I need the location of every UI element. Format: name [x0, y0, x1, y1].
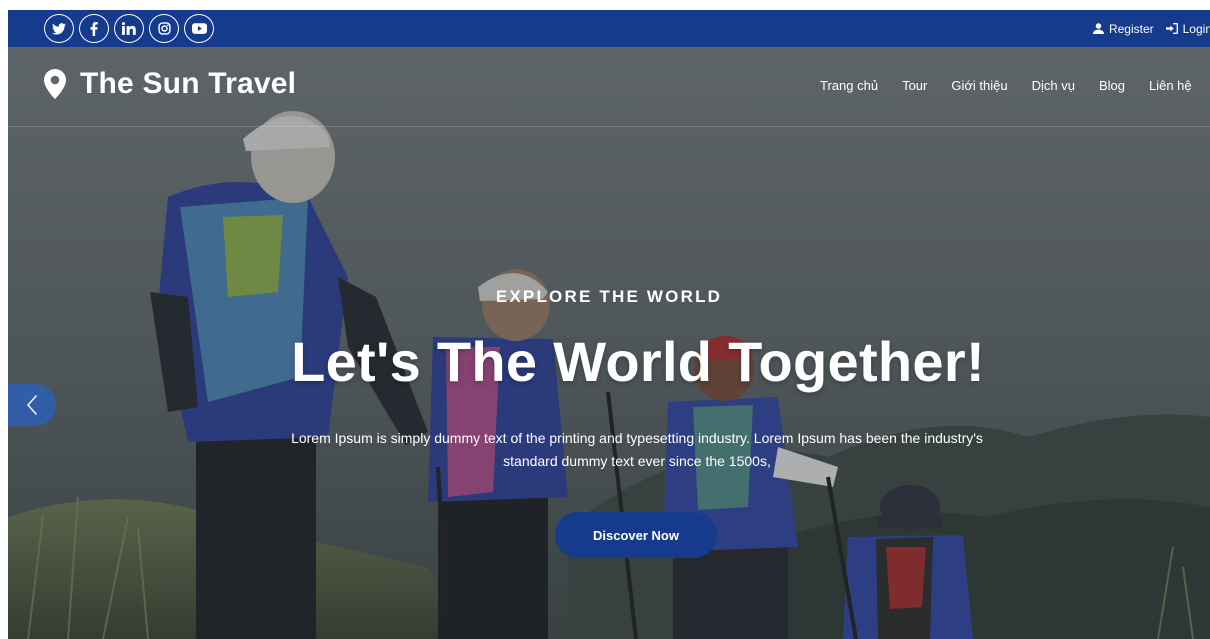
- slider-prev-button[interactable]: [8, 384, 56, 426]
- user-icon: [1092, 23, 1104, 34]
- location-pin-icon: [44, 69, 66, 99]
- nav-item-blog[interactable]: Blog: [1099, 78, 1125, 93]
- page: Register Login The Sun Travel Trang chủ …: [8, 10, 1210, 639]
- instagram-link[interactable]: [149, 14, 179, 43]
- nav-item-contact[interactable]: Liên hệ: [1149, 78, 1192, 93]
- main-navbar: The Sun Travel Trang chủ Tour Giới thiệu…: [8, 47, 1210, 127]
- chevron-left-icon: [26, 394, 38, 416]
- hero-title: Let's The World Together!: [291, 330, 985, 393]
- register-label: Register: [1108, 21, 1154, 36]
- nav-item-tour[interactable]: Tour: [902, 78, 927, 93]
- auth-links: Register Login: [1092, 10, 1210, 47]
- brand-name: The Sun Travel: [80, 67, 297, 100]
- linkedin-link[interactable]: [114, 14, 144, 43]
- nav-menu: Trang chủ Tour Giới thiệu Dịch vụ Blog L…: [820, 78, 1192, 93]
- facebook-icon: [90, 21, 98, 36]
- register-link[interactable]: Register: [1092, 21, 1154, 36]
- facebook-link[interactable]: [79, 14, 109, 43]
- linkedin-icon: [122, 22, 136, 35]
- social-links: [44, 14, 214, 43]
- brand-logo[interactable]: The Sun Travel: [44, 67, 296, 101]
- nav-item-services[interactable]: Dịch vụ: [1032, 78, 1075, 93]
- hero-description: Lorem Ipsum is simply dummy text of the …: [291, 430, 983, 469]
- twitter-link[interactable]: [44, 14, 74, 43]
- top-bar: Register Login: [8, 10, 1210, 47]
- sign-in-icon: [1165, 23, 1178, 34]
- discover-now-button[interactable]: Discover Now: [555, 512, 717, 558]
- hero-slider: The Sun Travel Trang chủ Tour Giới thiệu…: [8, 47, 1210, 639]
- youtube-icon: [191, 23, 207, 34]
- hero-eyebrow: EXPLORE THE WORLD: [495, 287, 723, 306]
- nav-item-home[interactable]: Trang chủ: [820, 78, 878, 93]
- login-label: Login: [1182, 21, 1210, 36]
- nav-item-about[interactable]: Giới thiệu: [951, 78, 1007, 93]
- instagram-icon: [157, 22, 171, 35]
- twitter-icon: [52, 22, 66, 35]
- login-link[interactable]: Login: [1165, 21, 1210, 36]
- youtube-link[interactable]: [184, 14, 214, 43]
